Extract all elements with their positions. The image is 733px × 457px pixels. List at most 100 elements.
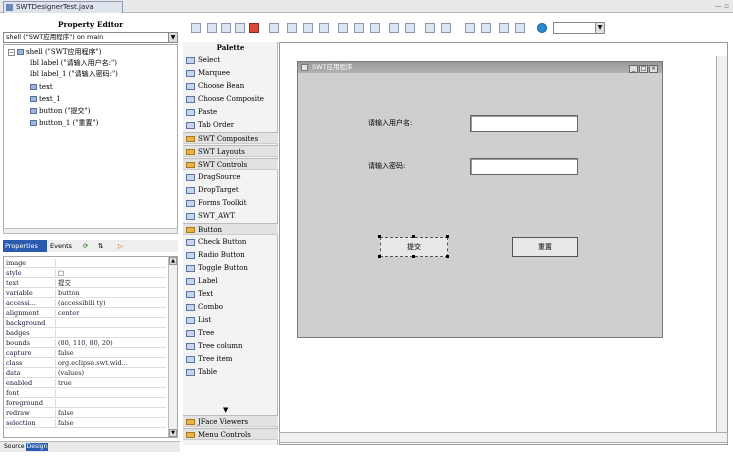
property-value[interactable]: true	[58, 379, 166, 388]
tab-events[interactable]: Events	[48, 240, 78, 252]
palette-item[interactable]: List	[183, 314, 278, 327]
window-icon[interactable]	[515, 23, 525, 33]
preview-icon[interactable]	[499, 23, 509, 33]
property-value[interactable]: false	[58, 349, 166, 358]
tree-node-text[interactable]: text	[30, 82, 53, 92]
property-value[interactable]: (80, 110, 80, 20)	[58, 339, 166, 348]
property-row[interactable]: background	[4, 319, 166, 328]
property-row[interactable]: variable button	[4, 289, 166, 298]
scroll-down-icon[interactable]: ▼	[169, 429, 177, 437]
align-center-icon[interactable]	[287, 23, 297, 33]
property-row[interactable]: class org.eclipse.swt.wid...	[4, 359, 166, 368]
property-row[interactable]: enabled true	[4, 379, 166, 388]
property-value[interactable]	[58, 319, 166, 328]
tab-design[interactable]: Design	[26, 443, 48, 451]
palette-item[interactable]: Paste	[183, 106, 278, 119]
test-gui-icon[interactable]	[191, 23, 201, 33]
palette-item[interactable]: Label	[183, 275, 278, 288]
expand-icon[interactable]: ▷	[116, 240, 146, 252]
property-value[interactable]	[58, 259, 166, 268]
property-row[interactable]: alignment center	[4, 309, 166, 318]
property-row[interactable]: data (values)	[4, 369, 166, 378]
submit-button[interactable]: 提交	[380, 237, 448, 257]
palette-item[interactable]: Radio Button	[183, 249, 278, 262]
tab-properties[interactable]: Properties	[3, 240, 47, 252]
property-row[interactable]: redraw false	[4, 409, 166, 418]
palette-category[interactable]: SWT Composites	[183, 132, 278, 144]
selection-handle[interactable]	[412, 255, 415, 258]
palette-item[interactable]: Text	[183, 288, 278, 301]
palette-item[interactable]: Forms Toolkit	[183, 197, 278, 210]
property-row[interactable]: image	[4, 259, 166, 268]
align-middle-icon[interactable]	[338, 23, 348, 33]
minimize-icon[interactable]: _	[629, 65, 638, 73]
property-row[interactable]: bounds (80, 110, 80, 20)	[4, 339, 166, 348]
tree-node-text-1[interactable]: text_1	[30, 94, 61, 104]
space-vertical-icon[interactable]	[389, 23, 399, 33]
center-horizontal-icon[interactable]	[405, 23, 415, 33]
delete-icon[interactable]	[249, 23, 259, 33]
align-right-icon[interactable]	[303, 23, 313, 33]
property-value[interactable]: □	[58, 269, 166, 278]
reset-button[interactable]: 重置	[512, 237, 578, 257]
property-row[interactable]: foreground	[4, 399, 166, 408]
palette-item[interactable]: Tree	[183, 327, 278, 340]
component-selector[interactable]: shell ("SWT应用程序") on main ▼	[3, 32, 178, 43]
property-value[interactable]: 提交	[58, 279, 166, 288]
palette-item[interactable]: Combo	[183, 301, 278, 314]
password-field[interactable]	[470, 158, 578, 175]
refresh-icon[interactable]: ⟳	[81, 240, 93, 252]
palette-item[interactable]: Toggle Button	[183, 262, 278, 275]
palette-category[interactable]: JFace Viewers	[183, 415, 278, 427]
palette-item[interactable]: Choose Bean	[183, 80, 278, 93]
property-value[interactable]: false	[58, 409, 166, 418]
property-row[interactable]: text 提交	[4, 279, 166, 288]
same-height-icon[interactable]	[441, 23, 451, 33]
property-value[interactable]: (values)	[58, 369, 166, 378]
palette-item[interactable]: Tab Order	[183, 119, 278, 132]
tree-node-button[interactable]: button ("提交")	[30, 106, 90, 116]
property-value[interactable]	[58, 329, 166, 338]
shell-preview-window[interactable]: SWT应用程序 _ □ × 请输入用户名: 请输入密码: 提交 重置	[297, 61, 663, 338]
space-horizontal-icon[interactable]	[370, 23, 380, 33]
copy-icon[interactable]	[221, 23, 231, 33]
property-row[interactable]: selection false	[4, 419, 166, 428]
property-row[interactable]: capture false	[4, 349, 166, 358]
selection-handle[interactable]	[446, 255, 449, 258]
property-value[interactable]: org.eclipse.swt.wid...	[58, 359, 166, 368]
canvas-horizontal-scrollbar[interactable]	[279, 432, 728, 443]
tree-horizontal-scrollbar[interactable]	[3, 228, 178, 234]
selection-handle[interactable]	[378, 235, 381, 238]
palette-item[interactable]: Choose Composite	[183, 93, 278, 106]
palette-category[interactable]: SWT Layouts	[183, 145, 278, 157]
palette-item[interactable]: DropTarget	[183, 184, 278, 197]
property-row[interactable]: style □	[4, 269, 166, 278]
palette-item[interactable]: Select	[183, 54, 278, 67]
property-value[interactable]	[58, 399, 166, 408]
same-width-icon[interactable]	[425, 23, 435, 33]
align-top-icon[interactable]	[319, 23, 329, 33]
selection-handle[interactable]	[378, 255, 381, 258]
chevron-down-icon[interactable]: ▼	[595, 23, 604, 33]
paste-icon[interactable]	[235, 23, 245, 33]
tree-node-label[interactable]: lbl label ("请输入用户名:")	[30, 58, 117, 68]
palette-category[interactable]: SWT Controls	[183, 158, 278, 170]
sort-icon[interactable]: ⇅	[96, 240, 112, 252]
align-left-icon[interactable]	[269, 23, 279, 33]
palette-item[interactable]: Table	[183, 366, 278, 379]
canvas-vertical-scrollbar[interactable]	[716, 56, 727, 432]
tree-node-button-1[interactable]: button_1 ("重置")	[30, 118, 98, 128]
tree-node-label-1[interactable]: lbl label_1 ("请输入密码:")	[30, 69, 118, 79]
collapse-icon[interactable]: −	[8, 48, 15, 56]
scroll-up-icon[interactable]: ▲	[169, 257, 177, 265]
palette-category[interactable]: Button	[183, 223, 278, 235]
grid-icon[interactable]	[465, 23, 475, 33]
undo-icon[interactable]	[207, 23, 217, 33]
globe-icon[interactable]	[537, 23, 547, 33]
chevron-down-icon[interactable]: ▼	[168, 33, 177, 42]
layout-icon[interactable]	[481, 23, 491, 33]
property-value[interactable]: center	[58, 309, 166, 318]
palette-item[interactable]: Marquee	[183, 67, 278, 80]
palette-item[interactable]: SWT_AWT	[183, 210, 278, 223]
shell-title-bar[interactable]: SWT应用程序 _ □ ×	[298, 62, 662, 73]
